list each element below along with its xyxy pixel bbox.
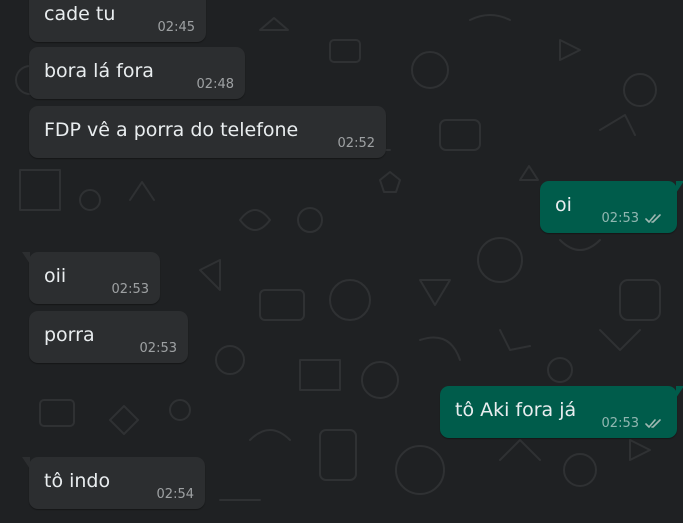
- message-text: tô Aki fora já: [455, 399, 577, 421]
- message-timestamp: 02:54: [156, 487, 194, 502]
- outgoing-message-bubble[interactable]: oi 02:53: [540, 181, 683, 233]
- message-timestamp: 02:45: [157, 20, 195, 35]
- bubble-tail: [676, 386, 683, 398]
- message-timestamp: 02:53: [602, 211, 663, 226]
- message-timestamp: 02:53: [139, 341, 177, 356]
- bubble-tail: [22, 252, 30, 264]
- outgoing-message-bubble[interactable]: tô Aki fora já 02:53: [440, 386, 683, 438]
- message-text: FDP vê a porra do telefone: [44, 119, 299, 141]
- double-check-icon: [645, 419, 661, 428]
- message-text: cade tu: [44, 3, 116, 25]
- incoming-message-bubble[interactable]: tô indo 02:54: [22, 457, 205, 509]
- message-timestamp: 02:48: [196, 77, 234, 92]
- incoming-message-bubble[interactable]: cade tu 02:45: [29, 0, 206, 42]
- incoming-message-bubble[interactable]: oii 02:53: [22, 252, 160, 304]
- incoming-message-bubble[interactable]: porra 02:53: [29, 311, 188, 363]
- message-timestamp: 02:53: [602, 416, 663, 431]
- bubble-tail: [676, 181, 683, 193]
- incoming-message-bubble[interactable]: FDP vê a porra do telefone 02:52: [29, 106, 386, 158]
- chat-message-area[interactable]: cade tu 02:45 bora lá fora 02:48 FDP vê …: [0, 0, 683, 523]
- message-text: tô indo: [44, 470, 111, 492]
- message-time-text: 02:53: [601, 211, 639, 226]
- message-timestamp: 02:52: [337, 136, 375, 151]
- message-text: oii: [44, 265, 67, 287]
- bubble-tail: [22, 457, 30, 469]
- message-text: bora lá fora: [44, 60, 154, 82]
- message-text: porra: [44, 324, 95, 346]
- incoming-message-bubble[interactable]: bora lá fora 02:48: [29, 47, 245, 99]
- message-text: oi: [555, 194, 572, 216]
- message-timestamp: 02:53: [111, 282, 149, 297]
- message-time-text: 02:53: [601, 416, 639, 431]
- double-check-icon: [645, 214, 661, 223]
